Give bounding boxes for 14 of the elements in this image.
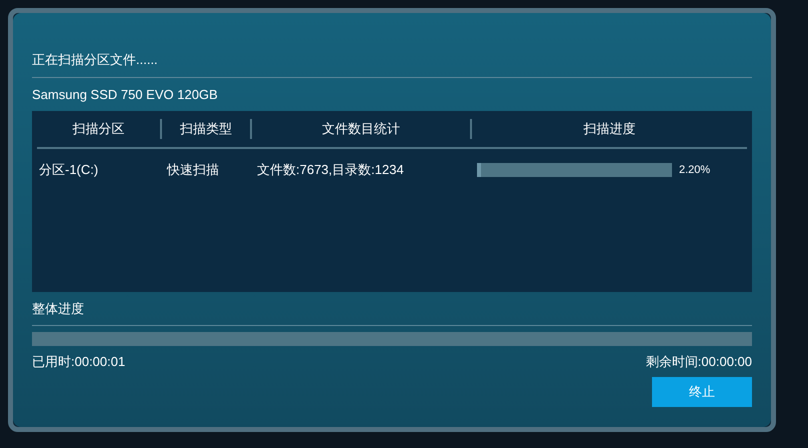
column-header: 扫描分区 xyxy=(37,119,162,139)
progress-percent: 2.20% xyxy=(679,162,710,178)
overall-progress-label: 整体进度 xyxy=(32,300,85,318)
table-cell-text: 文件数:7673,目录数:1234 xyxy=(256,161,405,180)
column-header: 文件数目统计 xyxy=(252,119,472,139)
column-header: 扫描类型 xyxy=(162,119,252,139)
remaining-time: 剩余时间:00:00:00 xyxy=(646,353,752,371)
device-name: Samsung SSD 750 EVO 120GB xyxy=(32,86,219,104)
table-cell-text: 快速扫描 xyxy=(166,161,220,180)
status-text: 正在扫描分区文件...... xyxy=(32,51,159,69)
elapsed-time: 已用时:00:00:01 xyxy=(32,353,126,371)
stop-button[interactable]: 终止 xyxy=(652,377,752,407)
table-cell-text: 分区-1(C:) xyxy=(38,161,100,180)
column-header: 扫描进度 xyxy=(582,120,636,138)
